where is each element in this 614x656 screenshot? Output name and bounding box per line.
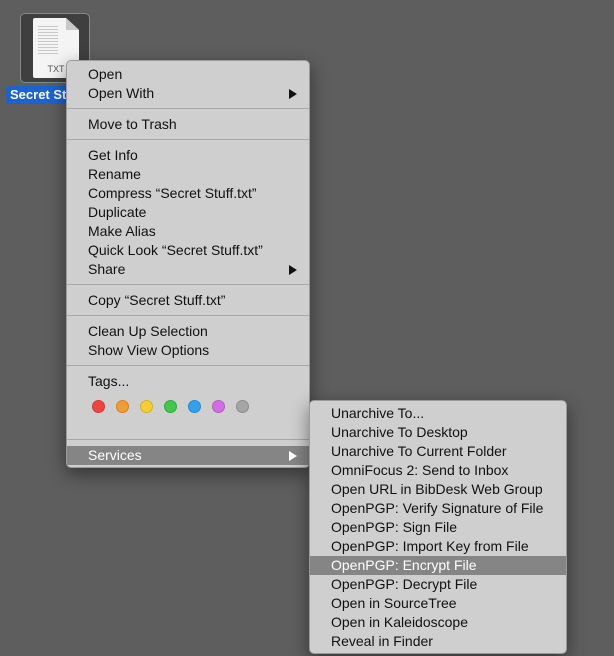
service-item[interactable]: Unarchive To... [310, 404, 566, 423]
menu-item-label: Services [88, 447, 142, 463]
menu-item-quick-look[interactable]: Quick Look “Secret Stuff.txt” [67, 241, 309, 260]
service-item[interactable]: OpenPGP: Encrypt File [310, 556, 566, 575]
tag-yellow-dot[interactable] [140, 400, 153, 413]
menu-item-move-to-trash[interactable]: Move to Trash [67, 115, 309, 134]
tag-purple-dot[interactable] [212, 400, 225, 413]
menu-item-tags[interactable]: Tags... [67, 372, 309, 391]
service-item[interactable]: Open in SourceTree [310, 594, 566, 613]
menu-item-copy[interactable]: Copy “Secret Stuff.txt” [67, 291, 309, 310]
service-item[interactable]: OpenPGP: Import Key from File [310, 537, 566, 556]
service-item[interactable]: OpenPGP: Sign File [310, 518, 566, 537]
menu-separator [67, 439, 309, 440]
menu-item-make-alias[interactable]: Make Alias [67, 222, 309, 241]
menu-separator [67, 139, 309, 140]
tag-blue-dot[interactable] [188, 400, 201, 413]
tag-orange-dot[interactable] [116, 400, 129, 413]
menu-item-label: Share [88, 261, 126, 277]
menu-item-show-view-options[interactable]: Show View Options [67, 341, 309, 360]
service-item[interactable]: Unarchive To Desktop [310, 423, 566, 442]
text-preview [38, 26, 58, 56]
menu-item-rename[interactable]: Rename [67, 165, 309, 184]
service-item[interactable]: OpenPGP: Decrypt File [310, 575, 566, 594]
menu-item-open[interactable]: Open [67, 65, 309, 84]
submenu-arrow-icon [289, 265, 297, 275]
tag-red-dot[interactable] [92, 400, 105, 413]
service-item[interactable]: Reveal in Finder [310, 632, 566, 651]
context-menu: Open Open With Move to Trash Get Info Re… [66, 60, 310, 468]
menu-separator [67, 365, 309, 366]
menu-item-services[interactable]: Services [67, 446, 309, 465]
menu-item-get-info[interactable]: Get Info [67, 146, 309, 165]
services-submenu: Unarchive To... Unarchive To Desktop Una… [309, 400, 567, 654]
service-item[interactable]: Open in Kaleidoscope [310, 613, 566, 632]
tag-gray-dot[interactable] [236, 400, 249, 413]
menu-separator [67, 284, 309, 285]
menu-item-label: Open With [88, 85, 155, 101]
service-item[interactable]: OpenPGP: Verify Signature of File [310, 499, 566, 518]
menu-separator [67, 315, 309, 316]
menu-item-share[interactable]: Share [67, 260, 309, 279]
menu-item-open-with[interactable]: Open With [67, 84, 309, 103]
submenu-arrow-icon [289, 89, 297, 99]
tag-green-dot[interactable] [164, 400, 177, 413]
service-item[interactable]: Unarchive To Current Folder [310, 442, 566, 461]
service-item[interactable]: OmniFocus 2: Send to Inbox [310, 461, 566, 480]
menu-item-compress[interactable]: Compress “Secret Stuff.txt” [67, 184, 309, 203]
menu-separator [67, 108, 309, 109]
menu-item-duplicate[interactable]: Duplicate [67, 203, 309, 222]
submenu-arrow-icon [289, 451, 297, 461]
menu-item-clean-up-selection[interactable]: Clean Up Selection [67, 322, 309, 341]
service-item[interactable]: Open URL in BibDesk Web Group [310, 480, 566, 499]
